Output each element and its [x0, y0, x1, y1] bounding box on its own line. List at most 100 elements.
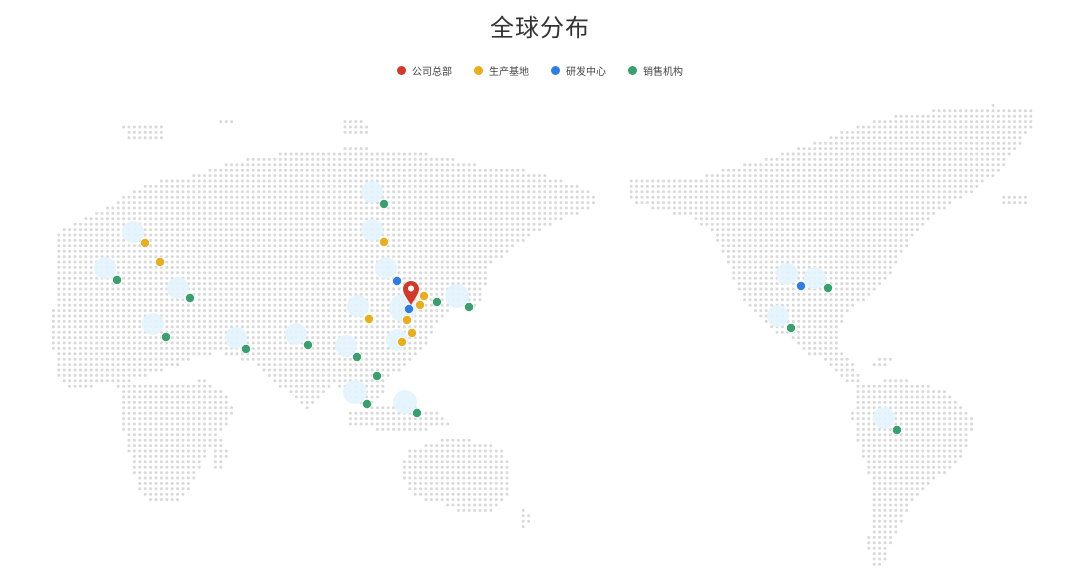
- land-dot: [143, 211, 147, 215]
- land-dot: [273, 298, 277, 302]
- land-dot: [181, 179, 185, 183]
- land-dot: [516, 174, 520, 178]
- land-dot: [451, 201, 455, 205]
- land-dot: [176, 390, 180, 394]
- land-dot: [289, 303, 293, 307]
- land-dot: [105, 292, 109, 296]
- land-dot: [861, 168, 865, 172]
- land-dot: [937, 136, 941, 140]
- land-dot: [451, 157, 455, 161]
- land-dot: [84, 336, 88, 340]
- land-dot: [802, 309, 806, 313]
- land-dot: [813, 168, 817, 172]
- land-dot: [95, 373, 99, 377]
- land-dot: [370, 255, 374, 259]
- land-dot: [397, 368, 401, 372]
- land-dot: [165, 244, 169, 248]
- land-dot: [419, 282, 423, 286]
- land-dot: [845, 271, 849, 275]
- land-dot: [338, 174, 342, 178]
- land-dot: [537, 201, 541, 205]
- land-dot: [181, 206, 185, 210]
- land-dot: [532, 206, 536, 210]
- land-dot: [678, 184, 682, 188]
- land-dot: [365, 276, 369, 280]
- land-dot: [84, 352, 88, 356]
- land-dot: [915, 190, 919, 194]
- land-dot: [311, 292, 315, 296]
- land-dot: [413, 217, 417, 221]
- land-dot: [348, 168, 352, 172]
- land-dot: [257, 211, 261, 215]
- land-dot: [267, 330, 271, 334]
- land-dot: [327, 201, 331, 205]
- land-dot: [510, 238, 514, 242]
- land-dot: [651, 184, 655, 188]
- land-dot: [942, 179, 946, 183]
- land-dot: [834, 265, 838, 269]
- land-dot: [419, 325, 423, 329]
- land-dot: [964, 109, 968, 113]
- land-dot: [159, 130, 163, 134]
- land-dot: [132, 406, 136, 410]
- land-dot: [899, 390, 903, 394]
- land-dot: [489, 228, 493, 232]
- land-dot: [408, 271, 412, 275]
- land-dot: [208, 190, 212, 194]
- land-dot: [813, 201, 817, 205]
- land-dot: [402, 271, 406, 275]
- land-dot: [68, 228, 72, 232]
- land-dot: [861, 190, 865, 194]
- land-dot: [273, 260, 277, 264]
- land-dot: [273, 201, 277, 205]
- land-dot: [905, 228, 909, 232]
- land-dot: [316, 309, 320, 313]
- land-dot: [311, 238, 315, 242]
- land-dot: [478, 174, 482, 178]
- land-dot: [316, 157, 320, 161]
- land-dot: [159, 271, 163, 275]
- land-dot: [197, 292, 201, 296]
- land-dot: [959, 120, 963, 124]
- land-dot: [197, 184, 201, 188]
- land-dot: [467, 168, 471, 172]
- land-dot: [192, 271, 196, 275]
- land-dot: [289, 373, 293, 377]
- land-dot: [462, 163, 466, 167]
- land-dot: [305, 276, 309, 280]
- land-dot: [878, 260, 882, 264]
- land-dot: [953, 190, 957, 194]
- land-dot: [219, 179, 223, 183]
- land-dot: [300, 184, 304, 188]
- land-dot: [510, 222, 514, 226]
- land-dot: [240, 174, 244, 178]
- land-dot: [699, 179, 703, 183]
- land-dot: [570, 206, 574, 210]
- land-dot: [262, 330, 266, 334]
- land-dot: [381, 368, 385, 372]
- land-dot: [240, 314, 244, 318]
- land-dot: [899, 179, 903, 183]
- land-dot: [284, 174, 288, 178]
- land-dot: [764, 195, 768, 199]
- land-dot: [764, 157, 768, 161]
- land-dot: [176, 179, 180, 183]
- land-dot: [834, 217, 838, 221]
- land-dot: [532, 184, 536, 188]
- land-dot: [915, 400, 919, 404]
- land-dot: [824, 260, 828, 264]
- land-dot: [197, 228, 201, 232]
- land-dot: [192, 314, 196, 318]
- land-dot: [305, 190, 309, 194]
- land-dot: [732, 255, 736, 259]
- land-dot: [462, 276, 466, 280]
- land-dot: [327, 157, 331, 161]
- land-dot: [262, 309, 266, 313]
- land-dot: [915, 217, 919, 221]
- land-dot: [84, 309, 88, 313]
- land-dot: [381, 179, 385, 183]
- land-dot: [500, 206, 504, 210]
- land-dot: [543, 195, 547, 199]
- land-dot: [392, 357, 396, 361]
- land-dot: [246, 157, 250, 161]
